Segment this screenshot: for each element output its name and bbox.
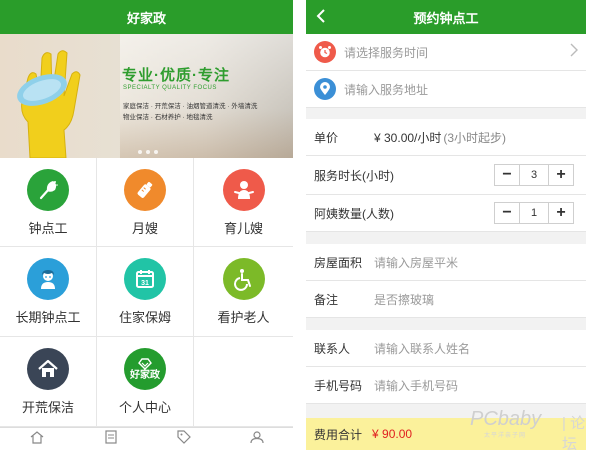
count-minus-button[interactable]: − [495,203,519,223]
service-label: 看护老人 [217,310,270,325]
empty-cell [194,337,293,427]
service-grid: 钟点工 月嫂 育儿嫂 长期钟点工 31 住家保姆 看护老人 开荒保洁 好家政 个… [0,158,293,427]
promo-banner[interactable]: 专业·优质·专注 SPECIALTY QUALITY FOCUS 家庭保洁 · … [0,34,293,158]
home-screen: 好家政 专业·优质·专注 SPECIALTY QUALITY FOCUS 家庭保… [0,0,293,450]
nanny-count-stepper[interactable]: − 1 + [494,202,574,224]
total-value: ¥ 90.00 [372,427,413,441]
banner-subline: SPECIALTY QUALITY FOCUS [123,85,217,91]
service-address-placeholder: 请输入服务地址 [344,82,429,97]
remark-placeholder: 是否擦玻璃 [374,292,435,307]
service-label: 钟点工 [28,221,68,236]
house-area-field[interactable]: 房屋面积 请输入房屋平米 [306,244,586,281]
service-deep-cleaning[interactable]: 开荒保洁 [0,337,97,427]
alarm-clock-icon [314,41,336,63]
calendar-icon: 31 [124,258,166,300]
phone-label: 手机号码 [314,378,363,393]
personal-center-icon: 好家政 [124,348,166,390]
home-icon[interactable] [29,430,45,449]
duration-label: 服务时长(小时) [314,168,394,183]
house-icon [27,348,69,390]
baby-bottle-icon [124,169,166,211]
unit-price-note: (3小时起步) [443,130,507,145]
banner-background [120,34,293,158]
duration-row: 服务时长(小时) − 3 + [306,156,586,195]
tag-icon[interactable] [177,429,191,449]
service-address-field[interactable]: 请输入服务地址 [306,71,586,108]
remark-label: 备注 [314,292,339,307]
service-maternity-nurse[interactable]: 月嫂 [97,158,194,247]
feather-duster-icon [27,169,69,211]
duration-value[interactable]: 3 [519,165,549,185]
banner-pagination [138,150,158,154]
pcbaby-watermark: PCbaby 太平洋亲子网 [470,408,542,439]
list-icon[interactable] [104,429,118,449]
screenshot-divider [293,0,306,450]
contact-label: 联系人 [314,341,351,356]
service-label: 月嫂 [131,221,158,236]
unit-price-row: 单价 ¥ 30.00/小时 (3小时起步) [306,119,586,156]
phone-field[interactable]: 手机号码 请输入手机号码 [306,367,586,404]
house-area-label: 房屋面积 [314,255,363,270]
location-pin-icon [314,78,336,100]
duration-plus-button[interactable]: + [549,165,573,185]
banner-headline: 专业·优质·专注 [122,67,230,84]
banner-services-1: 家庭保洁 · 开荒保洁 · 油烟管道清洗 · 外墙清洗 [123,103,258,110]
contact-placeholder: 请输入联系人姓名 [374,341,471,356]
service-elderly-care[interactable]: 看护老人 [194,247,293,337]
user-icon[interactable] [250,430,264,449]
duration-stepper[interactable]: − 3 + [494,164,574,186]
booking-header: 预约钟点工 [306,0,586,34]
service-label: 开荒保洁 [21,400,74,415]
nanny-count-row: 阿姨数量(人数) − 1 + [306,195,586,232]
service-personal-center[interactable]: 好家政 个人中心 [97,337,194,427]
contact-name-field[interactable]: 联系人 请输入联系人姓名 [306,330,586,367]
worker-icon [27,258,69,300]
unit-price-label: 单价 [314,130,339,145]
forum-watermark: | 论坛 [562,415,586,450]
app-header: 好家政 [0,0,293,34]
back-chevron-icon[interactable] [316,9,326,26]
duration-minus-button[interactable]: − [495,165,519,185]
total-label: 费用合计 [314,427,363,442]
watermark-sub: 太平洋亲子网 [484,433,527,439]
app-title: 好家政 [126,10,166,26]
chevron-right-icon [570,43,578,62]
service-nanny[interactable]: 育儿嫂 [194,158,293,247]
glove-image [17,50,81,158]
booking-screen: 预约钟点工 请选择服务时间 请输入服务地址 单价 ¥ 30.00/小时 (3小时… [306,0,586,450]
banner-services-2: 物业保洁 · 石材养护 · 地毯清洗 [123,114,213,121]
service-long-term-worker[interactable]: 长期钟点工 [0,247,97,337]
service-time-placeholder: 请选择服务时间 [344,45,429,60]
count-plus-button[interactable]: + [549,203,573,223]
bottom-nav [0,427,293,450]
service-label: 住家保姆 [118,310,171,325]
badge-text: 好家政 [130,369,160,381]
svg-text:31: 31 [141,280,149,287]
phone-placeholder: 请输入手机号码 [374,378,459,393]
service-label: 育儿嫂 [223,221,263,236]
baby-icon [222,169,265,211]
service-label: 个人中心 [118,400,171,415]
service-label: 长期钟点工 [15,310,81,325]
service-hourly-worker[interactable]: 钟点工 [0,158,97,247]
total-cost-bar: 费用合计 ¥ 90.00 [306,418,586,450]
nanny-count-label: 阿姨数量(人数) [314,206,394,221]
service-time-field[interactable]: 请选择服务时间 [306,34,586,71]
unit-price-value: ¥ 30.00/小时 [374,130,442,145]
count-value[interactable]: 1 [519,203,549,223]
watermark-brand: PCbaby [470,408,542,430]
remark-field[interactable]: 备注 是否擦玻璃 [306,281,586,318]
booking-title: 预约钟点工 [413,10,479,26]
house-area-placeholder: 请输入房屋平米 [374,255,459,270]
service-live-in-nanny[interactable]: 31 住家保姆 [97,247,194,337]
wheelchair-icon [222,258,265,300]
